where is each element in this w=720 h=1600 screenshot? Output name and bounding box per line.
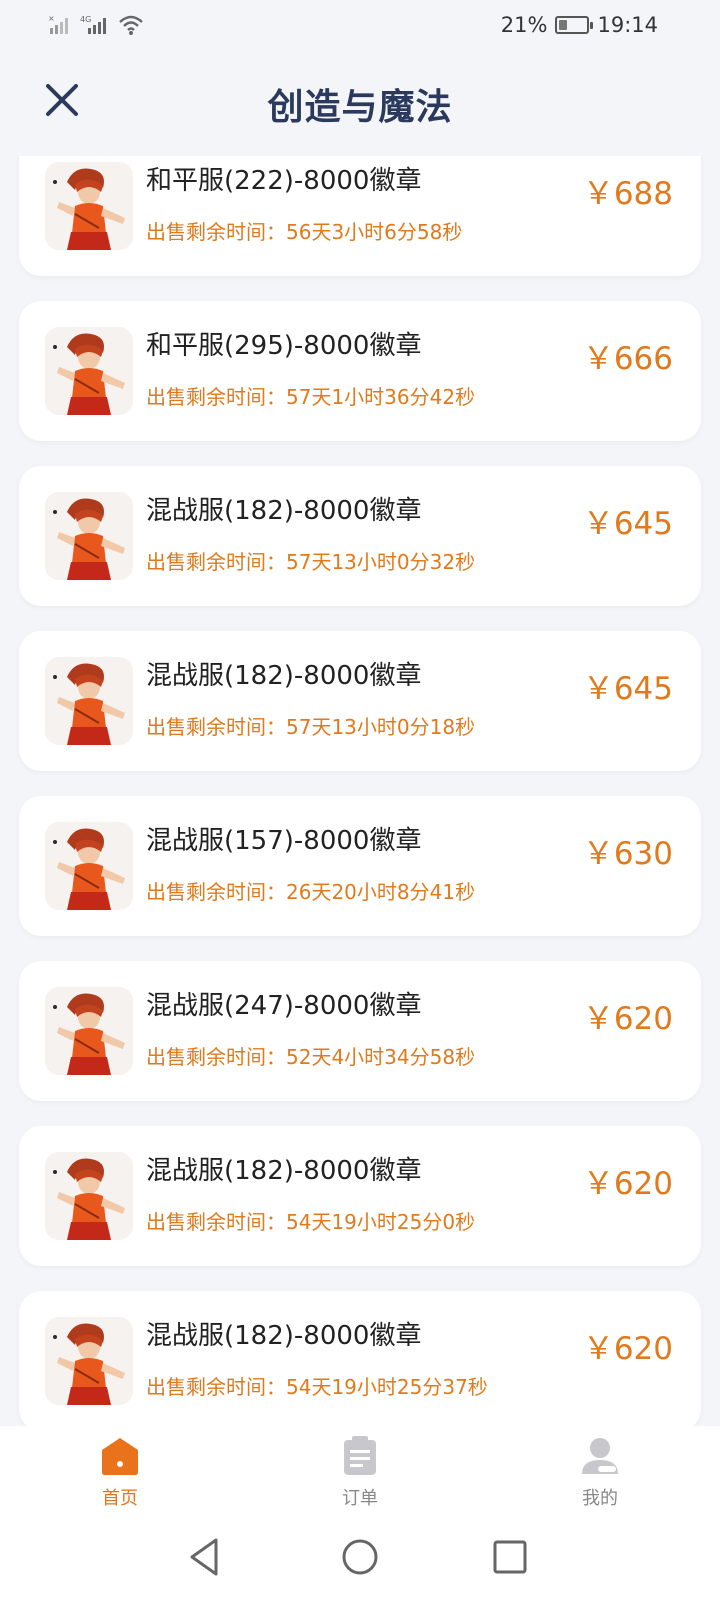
home-icon bbox=[102, 1438, 138, 1475]
listing-title: 混战服(157)-8000徽章 bbox=[146, 826, 422, 856]
listing-countdown: 出售剩余时间：57天13小时0分18秒 bbox=[146, 715, 476, 739]
listing-list[interactable]: 和平服(222)-8000徽章 出售剩余时间：56天3小时6分58秒 ￥688 … bbox=[0, 156, 720, 1426]
home-circle-icon bbox=[342, 1539, 378, 1575]
listing-title: 混战服(182)-8000徽章 bbox=[146, 1156, 422, 1186]
listing-price: ￥645 bbox=[582, 506, 673, 542]
listing-title: 混战服(182)-8000徽章 bbox=[146, 661, 422, 691]
tab-orders-label: 订单 bbox=[342, 1488, 378, 1509]
listing-price: ￥620 bbox=[582, 1166, 673, 1202]
character-thumbnail bbox=[45, 657, 133, 745]
page-title: 创造与魔法 bbox=[267, 87, 453, 128]
tab-me-label: 我的 bbox=[582, 1488, 618, 1509]
character-thumbnail bbox=[45, 492, 133, 580]
listing-card[interactable]: 混战服(182)-8000徽章 出售剩余时间：54天19小时25分0秒 ￥620 bbox=[19, 1126, 701, 1266]
app-header: 创造与魔法 bbox=[0, 50, 720, 156]
listing-card[interactable]: 和平服(222)-8000徽章 出售剩余时间：56天3小时6分58秒 ￥688 bbox=[19, 156, 701, 276]
network-type-label: 4G bbox=[80, 15, 91, 24]
back-button[interactable] bbox=[180, 1532, 230, 1582]
recents-button[interactable] bbox=[485, 1532, 535, 1582]
listing-price: ￥620 bbox=[582, 1001, 673, 1037]
listing-card[interactable]: 和平服(295)-8000徽章 出售剩余时间：57天1小时36分42秒 ￥666 bbox=[19, 301, 701, 441]
listing-card[interactable]: 混战服(157)-8000徽章 出售剩余时间：26天20小时8分41秒 ￥630 bbox=[19, 796, 701, 936]
clipboard-icon bbox=[344, 1436, 376, 1475]
cellular-signal-icon: 4G bbox=[80, 15, 106, 34]
recents-square-icon bbox=[493, 1540, 527, 1574]
character-thumbnail bbox=[45, 1317, 133, 1405]
listing-title: 和平服(222)-8000徽章 bbox=[146, 166, 422, 196]
home-system-button[interactable] bbox=[335, 1532, 385, 1582]
listing-price: ￥620 bbox=[582, 1331, 673, 1367]
listing-countdown: 出售剩余时间：54天19小时25分0秒 bbox=[146, 1210, 476, 1234]
character-thumbnail bbox=[45, 327, 133, 415]
listing-title: 混战服(247)-8000徽章 bbox=[146, 991, 422, 1021]
listing-card[interactable]: 混战服(247)-8000徽章 出售剩余时间：52天4小时34分58秒 ￥620 bbox=[19, 961, 701, 1101]
status-right: 21% 19:14 bbox=[501, 12, 658, 38]
listing-countdown: 出售剩余时间：26天20小时8分41秒 bbox=[146, 880, 476, 904]
tab-me[interactable]: 我的 bbox=[540, 1436, 660, 1510]
character-thumbnail bbox=[45, 162, 133, 250]
character-thumbnail bbox=[45, 1152, 133, 1240]
listing-price: ￥630 bbox=[582, 836, 673, 872]
status-bar: × 4G 21% 19:14 bbox=[0, 0, 720, 50]
listing-card[interactable]: 混战服(182)-8000徽章 出售剩余时间：57天13小时0分32秒 ￥645 bbox=[19, 466, 701, 606]
listing-countdown: 出售剩余时间：54天19小时25分37秒 bbox=[146, 1375, 488, 1399]
character-thumbnail bbox=[45, 822, 133, 910]
listing-countdown: 出售剩余时间：52天4小时34分58秒 bbox=[146, 1045, 476, 1069]
listing-title: 和平服(295)-8000徽章 bbox=[146, 331, 422, 361]
battery-icon bbox=[555, 16, 594, 34]
listing-card[interactable]: 混战服(182)-8000徽章 出售剩余时间：54天19小时25分37秒 ￥62… bbox=[19, 1291, 701, 1426]
listing-card[interactable]: 混战服(182)-8000徽章 出售剩余时间：57天13小时0分18秒 ￥645 bbox=[19, 631, 701, 771]
user-icon bbox=[582, 1438, 618, 1474]
listing-countdown: 出售剩余时间：56天3小时6分58秒 bbox=[146, 220, 463, 244]
listing-price: ￥688 bbox=[582, 176, 673, 212]
wifi-icon bbox=[119, 15, 143, 35]
tab-home-label: 首页 bbox=[102, 1488, 138, 1509]
listing-price: ￥645 bbox=[582, 671, 673, 707]
back-triangle-icon bbox=[190, 1538, 218, 1576]
tab-home[interactable]: 首页 bbox=[60, 1436, 180, 1510]
listing-price: ￥666 bbox=[582, 341, 673, 377]
system-nav-bar bbox=[0, 1516, 720, 1600]
clock: 19:14 bbox=[597, 13, 658, 37]
listing-countdown: 出售剩余时间：57天1小时36分42秒 bbox=[146, 385, 476, 409]
bottom-nav: 首页 订单 我的 bbox=[0, 1426, 720, 1516]
sim-signal-icon: × bbox=[48, 14, 68, 34]
listing-title: 混战服(182)-8000徽章 bbox=[146, 1321, 422, 1351]
listing-countdown: 出售剩余时间：57天13小时0分32秒 bbox=[146, 550, 476, 574]
signal-indicators: × 4G bbox=[48, 12, 144, 38]
svg-text:×: × bbox=[48, 14, 55, 23]
character-thumbnail bbox=[45, 987, 133, 1075]
battery-percent: 21% bbox=[500, 13, 548, 37]
tab-orders[interactable]: 订单 bbox=[300, 1436, 420, 1510]
listing-title: 混战服(182)-8000徽章 bbox=[146, 496, 422, 526]
